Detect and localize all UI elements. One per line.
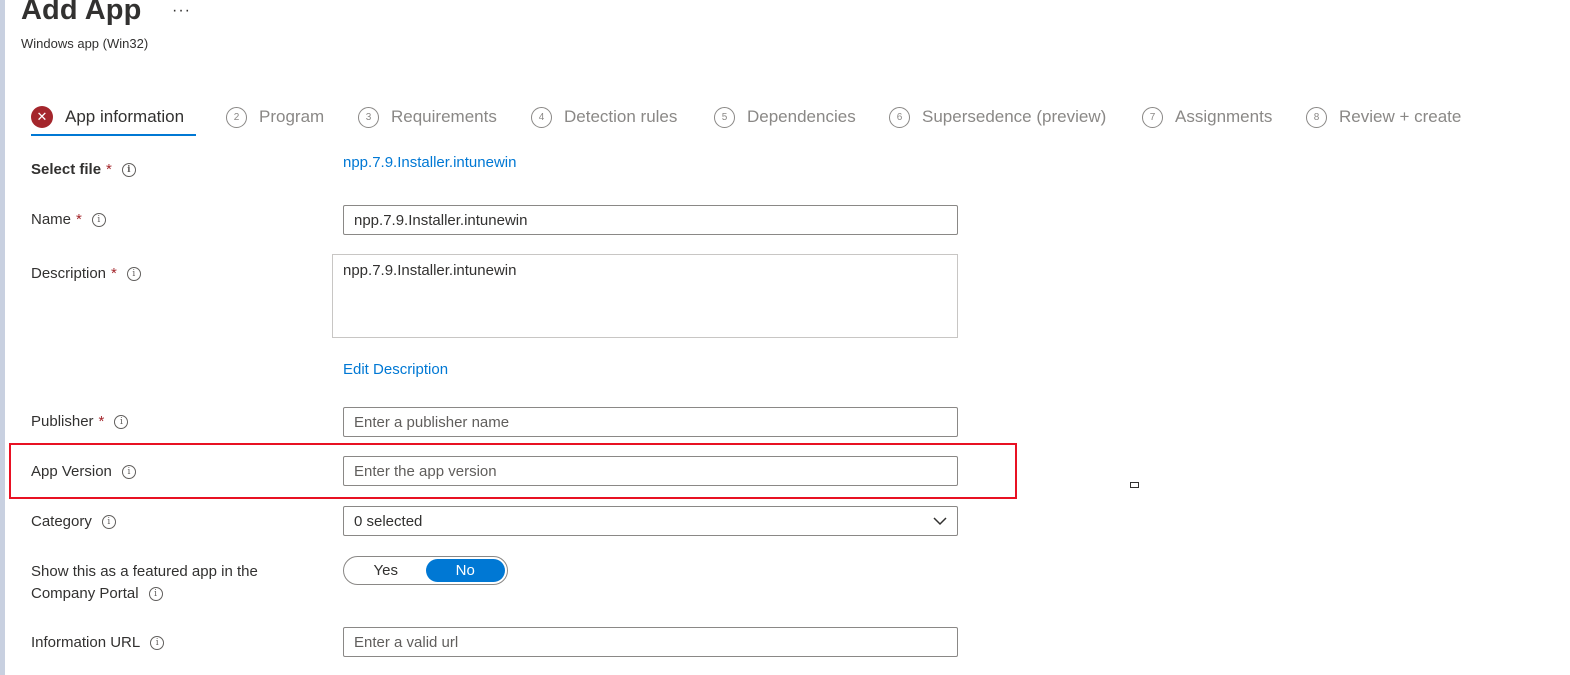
info-icon[interactable]: i [148, 586, 163, 601]
tab-dependencies[interactable]: 5 Dependencies [714, 100, 856, 134]
tab-label: Assignments [1175, 107, 1273, 126]
tab-label: Program [259, 107, 325, 126]
app-version-input[interactable] [343, 456, 958, 486]
publisher-label: Publisher * i [31, 413, 129, 430]
cursor-mark [1130, 482, 1139, 488]
select-file-label: Select file * i [31, 161, 136, 178]
description-label: Description * i [31, 265, 141, 282]
step-number-icon: 4 [531, 106, 552, 128]
step-number-icon: 3 [358, 106, 379, 128]
step-number-icon: 8 [1306, 106, 1327, 128]
tab-assignments[interactable]: 7 Assignments [1142, 100, 1272, 134]
toggle-yes-option[interactable]: Yes [346, 559, 426, 582]
wizard-tabs: ✕ App information 2 Program 3 Requiremen… [31, 100, 1551, 136]
selected-file-link[interactable]: npp.7.9.Installer.intunewin [343, 154, 516, 171]
name-label: Name * i [31, 211, 106, 228]
info-icon[interactable]: i [121, 464, 136, 479]
tab-program[interactable]: 2 Program [226, 100, 324, 134]
tab-label: Dependencies [747, 107, 856, 126]
tab-app-information[interactable]: ✕ App information [31, 100, 197, 136]
left-rail [0, 0, 5, 675]
featured-label-line1: Show this as a featured app in the [31, 563, 258, 580]
tab-label: Requirements [391, 107, 497, 126]
app-version-label: App Version i [31, 463, 136, 480]
step-number-icon: 2 [226, 106, 247, 128]
info-icon[interactable]: i [91, 212, 106, 227]
chevron-down-icon [933, 517, 947, 526]
tab-label: Supersedence (preview) [922, 107, 1107, 126]
publisher-input[interactable] [343, 407, 958, 437]
tab-label: App information [65, 107, 185, 126]
information-url-input[interactable] [343, 627, 958, 657]
step-number-icon: 7 [1142, 106, 1163, 128]
info-icon[interactable]: i [114, 414, 129, 429]
featured-label-line2: Company Portal i [31, 585, 163, 602]
tab-requirements[interactable]: 3 Requirements [358, 100, 497, 134]
tab-detection-rules[interactable]: 4 Detection rules [531, 100, 677, 134]
tab-supersedence[interactable]: 6 Supersedence (preview) [889, 100, 1106, 134]
tab-label: Review + create [1339, 107, 1462, 126]
name-input[interactable] [343, 205, 958, 235]
featured-toggle: Yes No [343, 556, 508, 585]
required-marker: * [98, 413, 105, 430]
tab-review-create[interactable]: 8 Review + create [1306, 100, 1461, 134]
info-icon[interactable]: i [126, 266, 141, 281]
page-subtitle: Windows app (Win32) [21, 36, 149, 51]
more-options-button[interactable]: ··· [172, 2, 191, 20]
info-icon[interactable]: i [101, 514, 116, 529]
description-textarea[interactable]: npp.7.9.Installer.intunewin [332, 254, 958, 338]
step-number-icon: 5 [714, 106, 735, 128]
required-marker: * [106, 161, 112, 178]
required-marker: * [111, 265, 117, 282]
required-marker: * [76, 211, 82, 228]
category-label: Category i [31, 513, 116, 530]
toggle-no-option[interactable]: No [425, 559, 505, 582]
category-dropdown[interactable]: 0 selected [343, 506, 958, 536]
info-icon[interactable]: i [150, 635, 165, 650]
info-icon[interactable]: i [121, 162, 136, 177]
page-title: Add App [21, 0, 142, 26]
tab-label: Detection rules [564, 107, 678, 126]
category-value: 0 selected [354, 512, 423, 530]
information-url-label: Information URL i [31, 634, 165, 651]
edit-description-link[interactable]: Edit Description [343, 361, 448, 378]
step-number-icon: 6 [889, 106, 910, 128]
error-icon: ✕ [31, 106, 53, 128]
